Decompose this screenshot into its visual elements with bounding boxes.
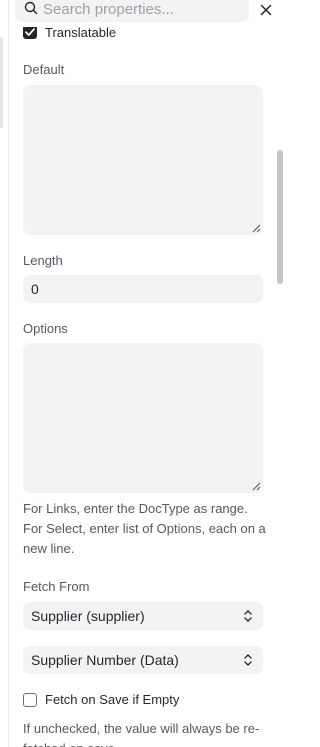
translatable-label: Translatable — [45, 25, 117, 40]
options-label: Options — [23, 321, 68, 336]
search-bar — [9, 0, 294, 27]
check-icon — [25, 28, 35, 36]
select-value: Supplier Number (Data) — [31, 652, 179, 668]
chevron-up-down-icon — [244, 610, 252, 622]
default-label: Default — [23, 62, 65, 77]
resize-grip-icon[interactable] — [252, 482, 261, 491]
close-icon[interactable] — [259, 3, 273, 17]
chevron-up-down-icon — [244, 654, 252, 666]
search-input[interactable] — [43, 0, 243, 20]
fetch-from-label: Fetch From — [23, 579, 90, 594]
gutter-marker — [0, 38, 3, 128]
fetch-if-empty-checkbox[interactable] — [23, 693, 37, 707]
fetch-from-field-select[interactable]: Supplier Number (Data) — [23, 646, 263, 674]
select-value: Supplier (supplier) — [31, 608, 145, 624]
translatable-checkbox[interactable] — [23, 25, 37, 39]
properties-panel: Translatable Default Length Options For … — [8, 0, 294, 747]
options-help-text: For Links, enter the DocType as range. F… — [23, 501, 266, 556]
left-gutter — [0, 0, 8, 747]
scrollbar-track[interactable] — [277, 27, 283, 747]
search-icon — [24, 1, 38, 15]
fetch-if-empty-help-text: If unchecked, the value will always be r… — [23, 721, 260, 747]
scrollbar-thumb[interactable] — [277, 150, 283, 284]
length-label: Length — [23, 253, 63, 268]
length-input[interactable] — [23, 275, 263, 303]
fetch-if-empty-label: Fetch on Save if Empty — [45, 692, 180, 707]
resize-grip-icon[interactable] — [252, 224, 261, 233]
search-box[interactable] — [15, 0, 249, 22]
fetch-from-source-select[interactable]: Supplier (supplier) — [23, 602, 263, 630]
options-textarea[interactable] — [23, 343, 263, 493]
default-textarea[interactable] — [23, 85, 263, 235]
